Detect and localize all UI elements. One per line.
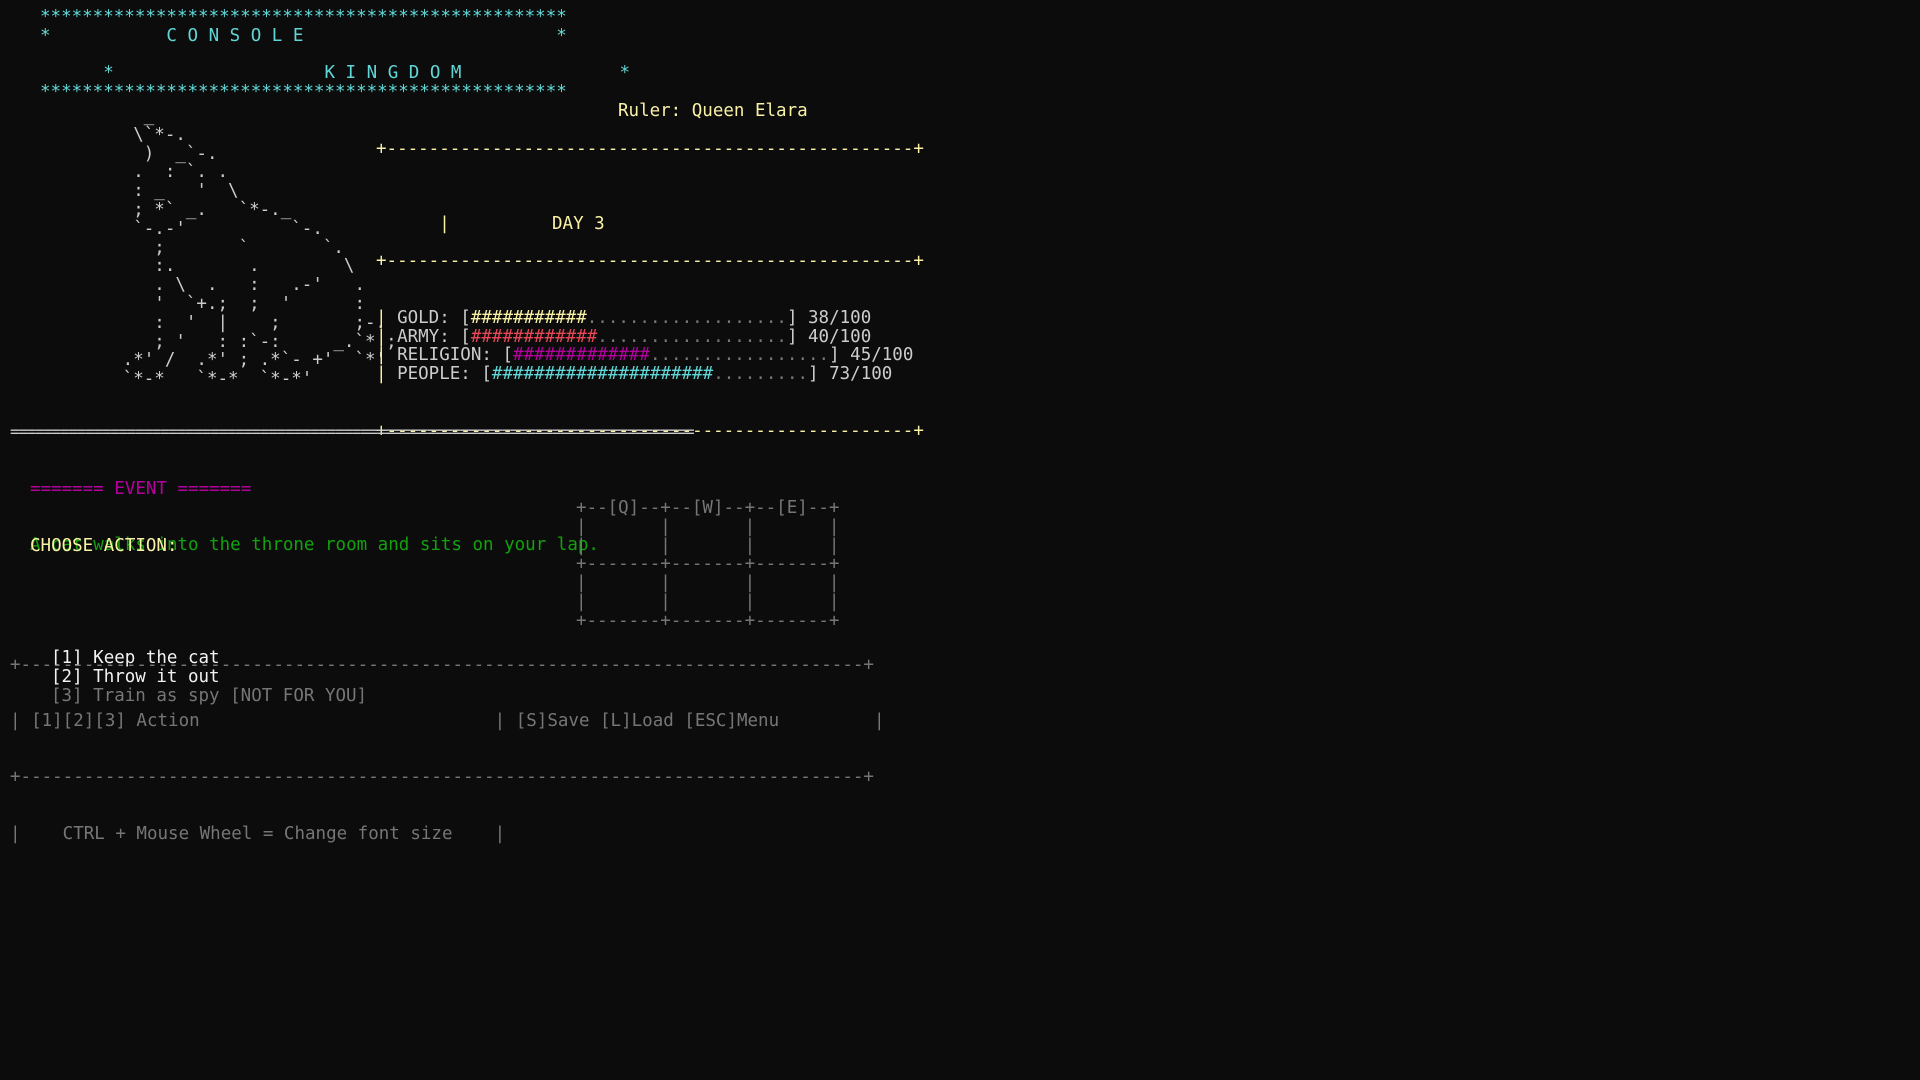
keypad-line: | | | | (576, 573, 840, 594)
cat-art-line: ' `+.; ; ' : (70, 293, 366, 314)
footer-panel: +---------------------------------------… (10, 618, 884, 881)
cat-art-line: \`*-. (70, 124, 186, 145)
cat-art-line: ) _`-. (70, 143, 218, 164)
qwe-keypad: +--[Q]--+--[W]--+--[E]--+ | | | | | | | | +… (576, 499, 839, 631)
stat-bar-close: ] (786, 307, 809, 328)
choose-action-heading: CHOOSE ACTION: (30, 535, 178, 556)
stat-bar-open: [ (449, 326, 471, 347)
stat-label: GOLD: (397, 307, 450, 328)
cat-art-line: :. . \ (70, 256, 355, 277)
stat-bar-fill: ############ (470, 326, 598, 347)
cat-art-line: . : `. . (70, 162, 229, 183)
stat-bar-open: [ (491, 345, 513, 366)
cat-art-line: ; *` _. `*-._ (70, 199, 292, 220)
stat-row: | RELIGION: [#############..............… (376, 346, 924, 365)
cat-art-line: ; ` `. (70, 237, 344, 258)
keypad-line: | | | | (576, 535, 840, 556)
cat-art-line: `-.-' `-. (70, 218, 323, 239)
console-screen: ****************************************… (10, 8, 1910, 843)
stats-left-border: | (439, 213, 450, 234)
stat-row-border: | (376, 326, 398, 347)
cat-art-line: ; ' : :`-: _.`* ; (70, 331, 397, 352)
stat-row-border: | (376, 345, 398, 366)
stat-label: ARMY: (397, 326, 450, 347)
section-divider: ========================================… (10, 422, 695, 441)
cat-art-line: . \ . : .-' . (70, 275, 366, 296)
cat-art-line: `*-* `*-* `*-*' (70, 369, 313, 390)
day-counter: DAY 3 (552, 213, 605, 234)
stat-bar-empty: ................... (586, 307, 787, 328)
stat-bar-empty: ......... (713, 364, 809, 385)
banner-top-border: ****************************************… (40, 7, 567, 27)
stat-rows: | GOLD: [###########...................]… (376, 307, 924, 384)
banner-title-console: * C O N S O L E * (40, 25, 567, 46)
stat-label: PEOPLE: (397, 364, 471, 385)
footer-key-hints: | [1][2][3] Action | [S]Save [L]Load [ES… (10, 710, 885, 731)
footer-mid-border: +---------------------------------------… (10, 767, 874, 788)
title-banner: ****************************************… (10, 8, 1910, 121)
footer-font-hint: | CTRL + Mouse Wheel = Change font size … (10, 823, 506, 844)
stat-bar-open: [ (470, 364, 492, 385)
keypad-header-qwe: +--[Q]--+--[W]--+--[E]--+ (576, 498, 840, 518)
stat-bar-close: ] (829, 345, 851, 366)
stat-bar-fill: ############# (512, 345, 650, 366)
stat-row: | GOLD: [###########...................]… (376, 307, 924, 328)
stat-value: 45/100 (850, 345, 914, 366)
stat-bar-close: ] (808, 364, 830, 385)
keypad-line: +-------+-------+-------+ (576, 554, 840, 575)
cat-art-line: .*' / .*' ; .*`- +' `*' (70, 350, 387, 371)
stat-bar-open: [ (449, 307, 471, 328)
footer-top-border: +---------------------------------------… (10, 654, 874, 675)
cat-art-line: : ' | ; ;-. (70, 312, 387, 333)
banner-bottom-border: ****************************************… (40, 82, 567, 103)
stats-top-border: +---------------------------------------… (376, 138, 924, 159)
stat-bar-empty: .................. (597, 326, 787, 347)
stat-row-border: | (376, 364, 398, 385)
cat-art-line: : _ ' \ (70, 181, 239, 202)
stat-bar-empty: ................. (649, 345, 830, 366)
stat-label: RELIGION: (397, 345, 492, 366)
stats-mid-border: +---------------------------------------… (376, 251, 924, 272)
event-heading: ======= EVENT ======= (30, 478, 252, 499)
stat-row-border: | (376, 307, 398, 328)
keypad-line: | | | | (576, 516, 840, 537)
stat-bar-fill: ########### (470, 307, 587, 328)
stat-value: 38/100 (808, 307, 872, 328)
stat-bar-close: ] (786, 326, 809, 347)
keypad-line: | | | | (576, 591, 840, 612)
cat-art-line: _ (70, 106, 155, 126)
stat-value: 40/100 (808, 326, 872, 347)
stat-row: | PEOPLE: [#####################........… (376, 365, 924, 384)
stat-bar-fill: ##################### (491, 364, 714, 385)
stat-row: | ARMY: [############..................]… (376, 326, 924, 347)
cat-ascii-art: _ \`*-. ) _`-. . : `. . : _ ' \ ; *` _. … (70, 107, 397, 389)
stat-value: 73/100 (829, 364, 893, 385)
